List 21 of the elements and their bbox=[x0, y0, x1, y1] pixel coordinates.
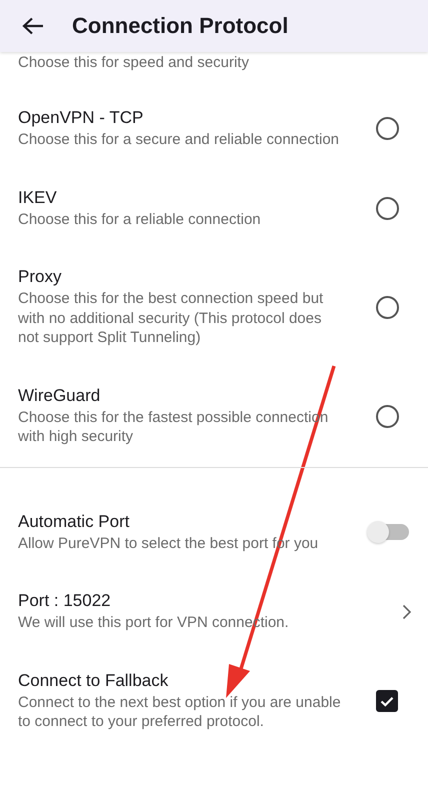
protocol-name: WireGuard bbox=[18, 386, 102, 406]
checkmark-icon bbox=[380, 696, 394, 706]
chevron-right-icon[interactable] bbox=[402, 604, 412, 620]
radio-button[interactable] bbox=[376, 196, 398, 220]
protocol-name: OpenVPN - TCP bbox=[18, 108, 144, 128]
option-description: Choose this for speed and security bbox=[17, 53, 250, 72]
option-description: Choose this for the best connection speed but with no additional security (This protocol does not support Split Tunneling) bbox=[18, 289, 324, 348]
radio-button[interactable] bbox=[376, 117, 398, 140]
back-arrow-icon bbox=[22, 17, 44, 35]
checkbox[interactable] bbox=[376, 690, 398, 712]
option-description: Choose this for a secure and reliable connection bbox=[18, 130, 340, 150]
setting-title: Automatic Port bbox=[18, 512, 130, 532]
setting-title: Connect to Fallback bbox=[18, 670, 170, 690]
screen-title: Connection Protocol bbox=[72, 13, 288, 39]
setting-title: Port : 15022 bbox=[18, 591, 112, 611]
protocol-name: Proxy bbox=[18, 267, 62, 287]
radio-button[interactable] bbox=[376, 296, 398, 319]
option-description: Choose this for a reliable connection bbox=[18, 210, 262, 229]
option-description: Connect to the next best option if you are unable to connect to your preferred protocol. bbox=[18, 692, 342, 732]
radio-button[interactable] bbox=[376, 404, 398, 428]
protocol-name: IKEV bbox=[18, 188, 58, 208]
